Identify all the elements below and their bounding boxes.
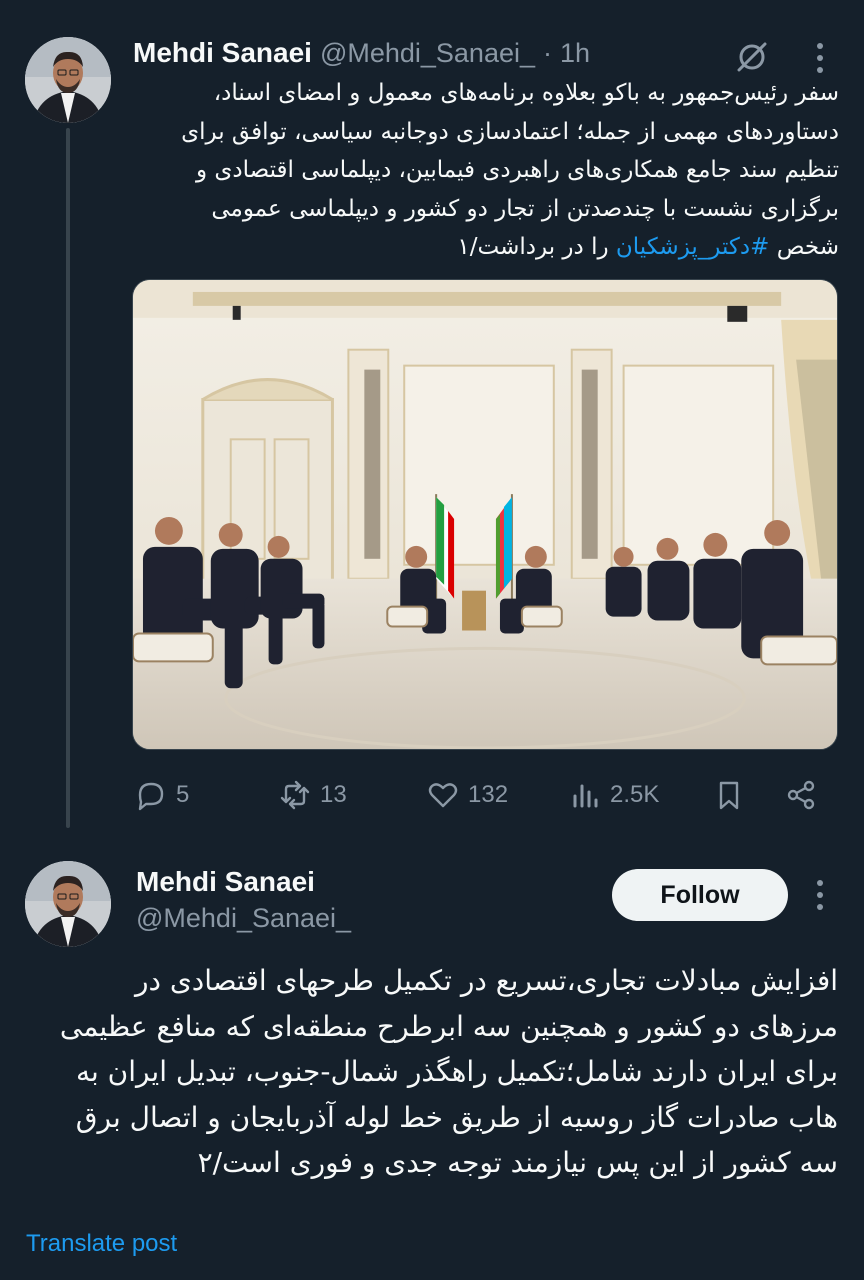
author-handle[interactable]: @Mehdi_Sanaei_ [320, 38, 535, 69]
bookmark-button[interactable] [712, 772, 746, 818]
repost-button[interactable]: 13 [278, 772, 347, 818]
tweet1-text-before-hashtag: شخص [769, 234, 839, 260]
separator-dot: · [543, 37, 552, 68]
tweet1-line-last: شخص #دکتر_پزشکیان را در برداشت/۱ [133, 228, 839, 267]
bookmark-icon [719, 781, 739, 810]
tweet2-body: افزایش مبادلات تجاری،تسریع در تکمیل طرحه… [26, 958, 838, 1186]
tweet2-line: مرزهای دو کشور و همچنین سه ابرطرح منطقه‌… [59, 1009, 838, 1043]
reply-count: 5 [176, 781, 190, 808]
more-options-icon[interactable] [808, 875, 832, 915]
like-button[interactable]: 132 [426, 772, 508, 818]
author-avatar[interactable] [25, 861, 111, 947]
author-name[interactable]: Mehdi Sanaei [136, 866, 315, 898]
more-options-icon[interactable] [808, 38, 832, 78]
tweet-thread: Mehdi Sanaei @Mehdi_Sanaei_ · 1h سفر رئی… [0, 0, 864, 1280]
views-button[interactable]: 2.5K [568, 772, 659, 818]
tweet1-line: برگزاری نشست با چندصدتن از تجار دو کشور … [211, 195, 839, 222]
tweet1-line: تنظیم سند جامع همکاری‌های راهبردی فیمابی… [196, 157, 839, 183]
heart-icon [428, 783, 458, 808]
meeting-photo[interactable] [132, 279, 838, 750]
follow-button[interactable]: Follow [612, 869, 788, 921]
like-count: 132 [468, 781, 509, 808]
tweet1-line: سفر رئیس‌جمهور به باکو بعلاوه برنامه‌های… [213, 80, 839, 106]
post-time[interactable]: 1h [560, 38, 590, 69]
author-avatar[interactable] [25, 37, 111, 123]
tweet2-line: برای ایران دارند شامل؛تکمیل راهگذر شمال-… [75, 1055, 838, 1088]
tweet2-line: هاب صادرات گاز روسیه از طریق خط لوله آذر… [75, 1100, 838, 1134]
repost-icon [280, 780, 310, 810]
views-count: 2.5K [610, 781, 660, 808]
author-handle[interactable]: @Mehdi_Sanaei_ [136, 903, 351, 934]
thread-connector-line [66, 128, 70, 828]
repost-count: 13 [320, 781, 347, 808]
tweet1-header: Mehdi Sanaei @Mehdi_Sanaei_ · 1h [133, 36, 590, 70]
author-name[interactable]: Mehdi Sanaei [133, 37, 312, 69]
translate-post-link[interactable]: Translate post [26, 1230, 177, 1258]
tweet1-body: سفر رئیس‌جمهور به باکو بعلاوه برنامه‌های… [133, 74, 839, 267]
share-icon [787, 780, 815, 810]
tweet1-text-after-hashtag: را در برداشت/۱ [457, 234, 616, 260]
tweet1-line: دستاوردهای مهمی از جمله؛ اعتمادسازی دوجا… [181, 118, 839, 145]
reply-icon [138, 782, 164, 811]
share-button[interactable] [784, 772, 818, 818]
tweet2-line: سه کشور از این پس نیازمند توجه جدی و فور… [197, 1146, 838, 1179]
reply-button[interactable]: 5 [134, 772, 189, 818]
hashtag-link[interactable]: #دکتر_پزشکیان [616, 234, 770, 260]
grok-icon[interactable] [733, 38, 771, 76]
views-chart-icon [573, 784, 598, 808]
tweet2-line: افزایش مبادلات تجاری،تسریع در تکمیل طرحه… [134, 964, 838, 997]
tweet1-action-bar: 5 13 132 2.5K [132, 772, 838, 818]
